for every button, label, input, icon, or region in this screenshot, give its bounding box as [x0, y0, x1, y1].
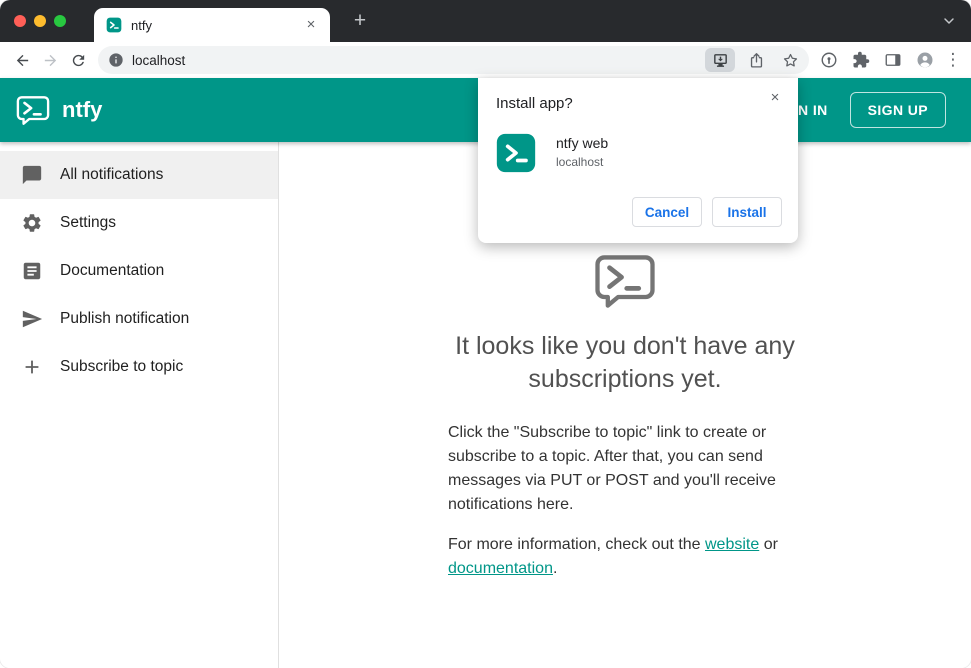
documentation-link[interactable]: documentation	[448, 560, 553, 577]
empty-state-paragraph: Click the "Subscribe to topic" link to c…	[448, 424, 776, 513]
browser-window: ntfy × + localhost ⋮ ntfy SIGN IN SIGN U…	[0, 0, 971, 668]
send-icon	[22, 310, 43, 328]
forward-arrow-icon	[44, 54, 56, 66]
sidebar-item-subscribe-to-topic[interactable]: Subscribe to topic	[0, 343, 278, 391]
sidebar-item-label: Documentation	[60, 262, 165, 279]
password-manager-icon	[821, 52, 837, 68]
bookmark-star-button[interactable]	[777, 48, 803, 72]
browser-tab[interactable]: ntfy ×	[94, 8, 330, 42]
browser-toolbar: localhost ⋮	[0, 42, 971, 78]
star-icon	[783, 53, 797, 67]
reload-button[interactable]	[64, 46, 92, 74]
avatar-icon	[917, 52, 933, 68]
sidebar-item-label: Publish notification	[60, 310, 190, 327]
install-button[interactable]: Install	[712, 197, 782, 227]
site-info-icon[interactable]	[108, 52, 124, 68]
dialog-app-texts: ntfy web localhost	[556, 133, 608, 169]
dialog-app-origin: localhost	[556, 155, 604, 169]
dialog-buttons: Cancel Install	[496, 197, 782, 227]
side-panel-button[interactable]	[879, 46, 907, 74]
back-button[interactable]	[8, 46, 36, 74]
install-icon	[713, 53, 727, 67]
sidebar-item-documentation[interactable]: Documentation	[0, 247, 278, 295]
extensions-button[interactable]	[847, 46, 875, 74]
info-text: For more information, check out the	[448, 536, 705, 553]
info-text: .	[552, 560, 558, 577]
sidebar-item-label: All notifications	[60, 166, 164, 183]
ntfy-favicon-icon	[106, 17, 122, 33]
profile-avatar[interactable]	[911, 46, 939, 74]
plus-icon	[25, 360, 39, 374]
password-manager-button[interactable]	[815, 46, 843, 74]
gear-icon	[23, 214, 41, 232]
minimize-window-button[interactable]	[34, 15, 46, 27]
sidebar-item-label: Settings	[60, 214, 117, 231]
tab-title: ntfy	[131, 17, 152, 33]
dialog-close-icon[interactable]: ×	[765, 88, 785, 108]
sign-up-button[interactable]: SIGN UP	[849, 92, 946, 128]
new-tab-button[interactable]: +	[347, 9, 373, 35]
info-text: or	[759, 536, 778, 553]
toolbar-extensions-area: ⋮	[815, 46, 963, 74]
sidebar-item-settings[interactable]: Settings	[0, 199, 278, 247]
empty-state-heading: It looks like you don't have any subscri…	[455, 332, 795, 393]
dialog-app-row: ntfy web localhost	[496, 133, 782, 173]
browser-menu-button[interactable]: ⋮	[943, 50, 963, 70]
side-panel-icon	[885, 54, 901, 66]
puzzle-piece-icon	[853, 51, 870, 68]
sidebar-item-publish-notification[interactable]: Publish notification	[0, 295, 278, 343]
brand-name: ntfy	[62, 97, 103, 122]
sidebar-item-label: Subscribe to topic	[60, 358, 184, 375]
dialog-title: Install app?	[496, 95, 573, 112]
article-icon	[23, 262, 41, 280]
chat-bubble-icon	[22, 165, 42, 185]
cancel-button[interactable]: Cancel	[632, 197, 702, 227]
empty-state-paragraph-links: For more information, check out the webs…	[448, 533, 802, 581]
sidebar: All notifications Settings Documentation…	[0, 142, 279, 668]
close-window-button[interactable]	[14, 15, 26, 27]
home-link[interactable]: ntfy	[16, 95, 102, 126]
install-app-button[interactable]	[705, 48, 735, 72]
back-arrow-icon	[16, 54, 28, 66]
url-text[interactable]: localhost	[132, 53, 697, 68]
forward-button[interactable]	[36, 46, 64, 74]
ntfy-logo-gray-icon	[595, 255, 655, 308]
address-bar[interactable]: localhost	[98, 46, 809, 74]
tab-close-icon[interactable]: ×	[302, 16, 320, 34]
install-app-dialog: Install app? × ntfy web localhost Cancel…	[478, 78, 798, 243]
ntfy-app-icon	[496, 133, 536, 173]
maximize-window-button[interactable]	[54, 15, 66, 27]
share-icon	[750, 52, 762, 68]
dialog-app-name: ntfy web	[556, 135, 609, 151]
titlebar: ntfy × +	[0, 0, 971, 42]
sidebar-item-all-notifications[interactable]: All notifications	[0, 151, 278, 199]
website-link[interactable]: website	[705, 536, 759, 553]
ntfy-logo-icon	[16, 95, 50, 125]
tab-search-chevron-icon[interactable]	[941, 13, 957, 29]
share-button[interactable]	[743, 48, 769, 72]
traffic-lights	[14, 15, 66, 27]
reload-icon	[72, 54, 84, 66]
